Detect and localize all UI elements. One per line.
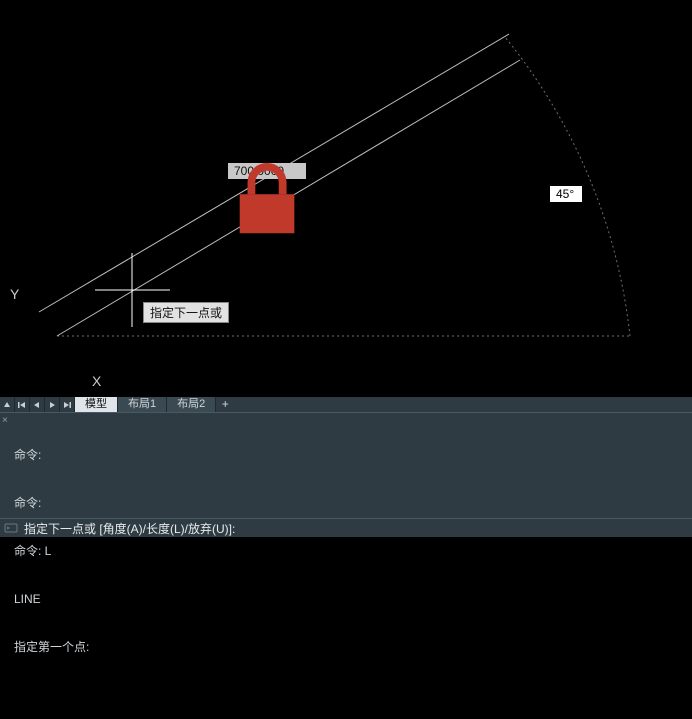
tab-layout2[interactable]: 布局2: [167, 397, 216, 412]
command-input[interactable]: [22, 520, 692, 536]
tab-model[interactable]: 模型: [75, 397, 118, 412]
drawing-viewport[interactable]: 700.0000 45° 指定下一点或 X Y: [0, 0, 692, 397]
command-history[interactable]: 命令: 命令: 命令: L LINE 指定第一个点:: [14, 415, 688, 719]
tab-menu-up-icon[interactable]: [0, 397, 15, 412]
angle-value: 45°: [556, 187, 574, 201]
tab-add[interactable]: +: [216, 397, 234, 412]
tab-first-icon[interactable]: [15, 397, 30, 412]
tab-last-icon[interactable]: [60, 397, 75, 412]
angle-input-box[interactable]: 45°: [550, 186, 582, 202]
tab-nav-icons: [0, 397, 75, 412]
distance-input-box[interactable]: 700.0000: [228, 163, 306, 179]
cursor-prompt-tooltip: 指定下一点或: [143, 302, 229, 323]
lock-icon: [290, 166, 300, 176]
ucs-y-label: Y: [10, 286, 19, 302]
drawing-canvas: [0, 0, 692, 397]
tab-layout1[interactable]: 布局1: [118, 397, 167, 412]
command-prompt-icon: [4, 521, 18, 535]
ucs-x-label: X: [92, 373, 101, 389]
command-window: × 命令: 命令: 命令: L LINE 指定第一个点:: [0, 412, 692, 537]
command-prompt-row: [0, 518, 692, 537]
layout-tabbar: 模型 布局1 布局2 +: [0, 397, 692, 412]
tab-prev-icon[interactable]: [30, 397, 45, 412]
close-icon[interactable]: ×: [2, 415, 8, 426]
tab-next-icon[interactable]: [45, 397, 60, 412]
